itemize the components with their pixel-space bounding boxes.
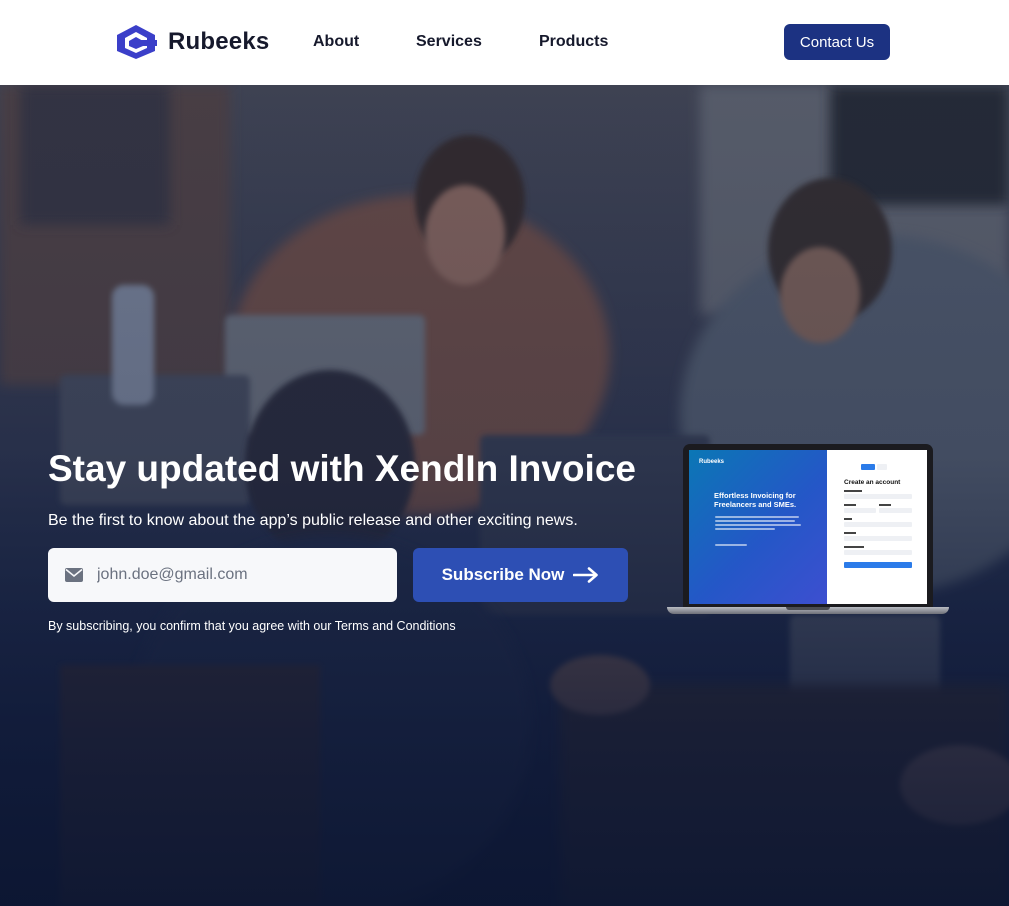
mockup-text-line [715,524,801,526]
mockup-field-label [879,504,891,506]
mockup-form-title: Create an account [844,479,901,486]
laptop-screen: Rubeeks Effortless Invoicing for Freelan… [689,450,927,604]
subscribe-button[interactable]: Subscribe Now [413,548,628,602]
mockup-tab-active [861,464,875,470]
mockup-field [844,522,912,527]
mockup-field-label [844,546,864,548]
mockup-field [879,508,912,513]
mockup-text-line [715,520,795,522]
mockup-text-line [715,516,799,518]
mockup-field-label [844,490,862,492]
mockup-submit-button [844,562,912,568]
email-input[interactable] [97,566,377,584]
subscribe-label: Subscribe Now [441,565,565,584]
laptop-mockup: Rubeeks Effortless Invoicing for Freelan… [667,444,949,620]
arrow-right-icon [573,567,599,583]
site-header: Rubeeks About Services Products Contact … [0,0,1009,85]
mockup-headline: Effortless Invoicing for Freelancers and… [714,491,797,509]
nav-link-about[interactable]: About [313,32,359,52]
terms-note: By subscribing, you confirm that you agr… [48,619,456,633]
laptop-lid: Rubeeks Effortless Invoicing for Freelan… [683,444,933,608]
mockup-field [844,536,912,541]
mockup-field [844,494,912,499]
mockup-field [844,550,912,555]
mockup-field [844,508,876,513]
mockup-field-label [844,504,856,506]
contact-us-button[interactable]: Contact Us [784,24,890,60]
mockup-brand: Rubeeks [699,459,725,465]
nav-link-services[interactable]: Services [416,32,482,52]
mockup-hero-panel: Rubeeks Effortless Invoicing for Freelan… [689,450,827,604]
nav-link-products[interactable]: Products [539,32,608,52]
mockup-field-label [844,518,852,520]
brand-name: Rubeeks [168,28,270,55]
mail-icon [65,568,83,582]
mockup-field-label [844,532,856,534]
mockup-text-line [715,528,775,530]
hero-title: Stay updated with XendIn Invoice [48,448,636,489]
email-field[interactable] [48,548,397,602]
brand[interactable]: Rubeeks [115,24,269,60]
hero-subtitle: Be the first to know about the app’s pub… [48,512,578,529]
rubeeks-logo-icon [117,25,157,59]
mockup-text-line [715,544,747,546]
mockup-tab [877,464,887,470]
laptop-notch [786,607,830,610]
